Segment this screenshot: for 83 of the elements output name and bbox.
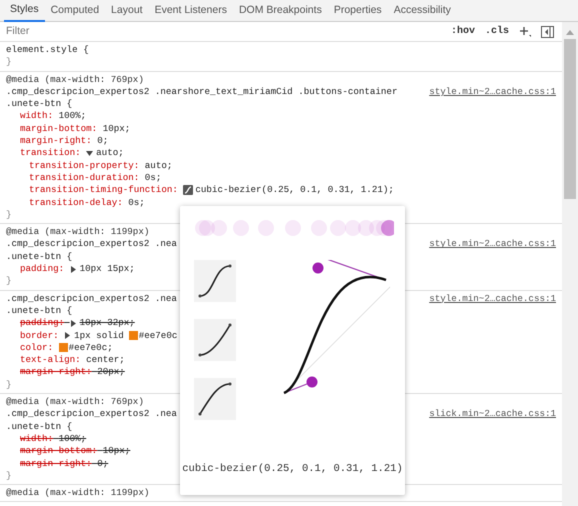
closing-brace: } [6,208,12,222]
media-query: @media (max-width: 1199px) [6,487,150,500]
property-value: 100%; [58,432,86,446]
selector: .cmp_descripcion_expertos2 .nearshore_text_miriamCid .buttons-container [6,86,398,98]
property-name: transition-duration: [29,172,140,184]
toggle-button[interactable]: :hov [450,24,475,39]
property-name: color: [20,342,54,354]
property-value: cubic-bezier(0.25, 0.1, 0.31, 1.21); [195,184,394,197]
tab[interactable]: Layout [105,0,149,22]
property-name: padding: [20,317,64,330]
property-name: margin-bottom: [20,445,98,458]
collapse-triangle-icon[interactable] [86,150,94,158]
selector: .cmp_descripcion_expertos2 .nea [6,292,177,305]
selector: .unete-btn { [6,250,72,264]
property-value: auto; [96,147,124,160]
tab[interactable]: Event Listeners [148,0,233,22]
tab[interactable]: Computed [44,0,106,22]
closing-brace: } [6,378,12,392]
filter-field[interactable]: Filter [6,24,441,40]
property-value: 0s; [144,172,162,184]
scrollbar[interactable] [562,22,578,506]
property-value: 1px solid [74,330,124,342]
media-query: @media (max-width: 769px) [6,396,144,408]
source-link[interactable]: style.min~2…cache.css:1 [429,86,556,98]
selector: .unete-btn { [6,420,72,433]
expand-triangle-icon[interactable] [70,266,77,273]
property-value: 0; [97,458,108,470]
expand-triangle-icon[interactable] [70,320,77,327]
selector: .cmp_descripcion_expertos2 .nea [6,238,177,251]
closing-brace: } [6,275,12,288]
media-query: @media (max-width: 769px) [6,74,144,86]
property-value: center; [86,354,125,366]
media-query: @media (max-width: 1199px) [6,226,150,238]
curve-preset-icon[interactable] [194,378,236,420]
property-name: margin-right: [20,366,92,379]
property-name: margin-bottom: [20,122,98,136]
property-name: transition: [20,147,81,160]
toggle-button[interactable]: .cls [484,24,509,39]
scrollbar-thumb[interactable] [564,39,576,199]
property-name: padding: [20,263,64,276]
source-link[interactable]: slick.min~2…cache.css:1 [429,408,556,421]
property-name: width: [20,432,54,446]
closing-brace: } [6,470,12,482]
property-name: text-align: [20,354,81,366]
property-value: 10px; [102,122,130,136]
color-value: #ee7e0c [68,342,108,354]
property-value: 100%; [58,110,86,123]
closing-brace: } [6,56,12,69]
plus-icon[interactable] [519,26,531,38]
property-name: margin-right: [20,458,92,470]
sidebar-toggle-icon[interactable] [541,26,554,38]
source-link[interactable]: style.min~2…cache.css:1 [429,292,556,305]
color-value: #ee7e0c [138,330,178,342]
color-swatch[interactable] [58,343,68,352]
property-name: width: [20,110,54,123]
selector: .cmp_descripcion_expertos2 .nea [6,408,177,421]
selector: .unete-btn { [6,304,72,318]
property-value: 10px; [102,445,130,458]
tab[interactable]: DOM Breakpoints [232,0,328,22]
property-name: margin-right: [20,135,92,148]
property-value: 0; [97,135,108,148]
source-link[interactable]: style.min~2…cache.css:1 [429,238,556,251]
selector: element.style { [6,44,89,56]
property-value: 10px 32px; [80,317,135,330]
curve-value-label: cubic-bezier(0.25, 0.1, 0.31, 1.21) [181,462,404,478]
selector: .unete-btn { [6,98,72,110]
property-value: 10px 15px; [80,263,135,276]
property-value: auto; [144,160,172,172]
property-value: 20px; [97,366,125,379]
property-name: transition-timing-function: [29,184,178,197]
property-name: border: [20,330,59,342]
property-name: transition-delay: [29,196,123,209]
tab[interactable]: Properties [328,0,388,22]
property-value: 0s; [128,196,145,209]
property-name: transition-property: [29,160,140,172]
curve-preset-icon[interactable] [194,260,236,302]
semicolon: ; [107,342,113,354]
curve-preset-icon[interactable] [194,319,236,361]
curve-editor-icon[interactable] [183,185,194,196]
expand-triangle-icon[interactable] [64,332,72,340]
tab[interactable]: Accessibility [388,0,457,22]
tab[interactable]: Styles [4,0,45,22]
color-swatch[interactable] [128,331,138,340]
